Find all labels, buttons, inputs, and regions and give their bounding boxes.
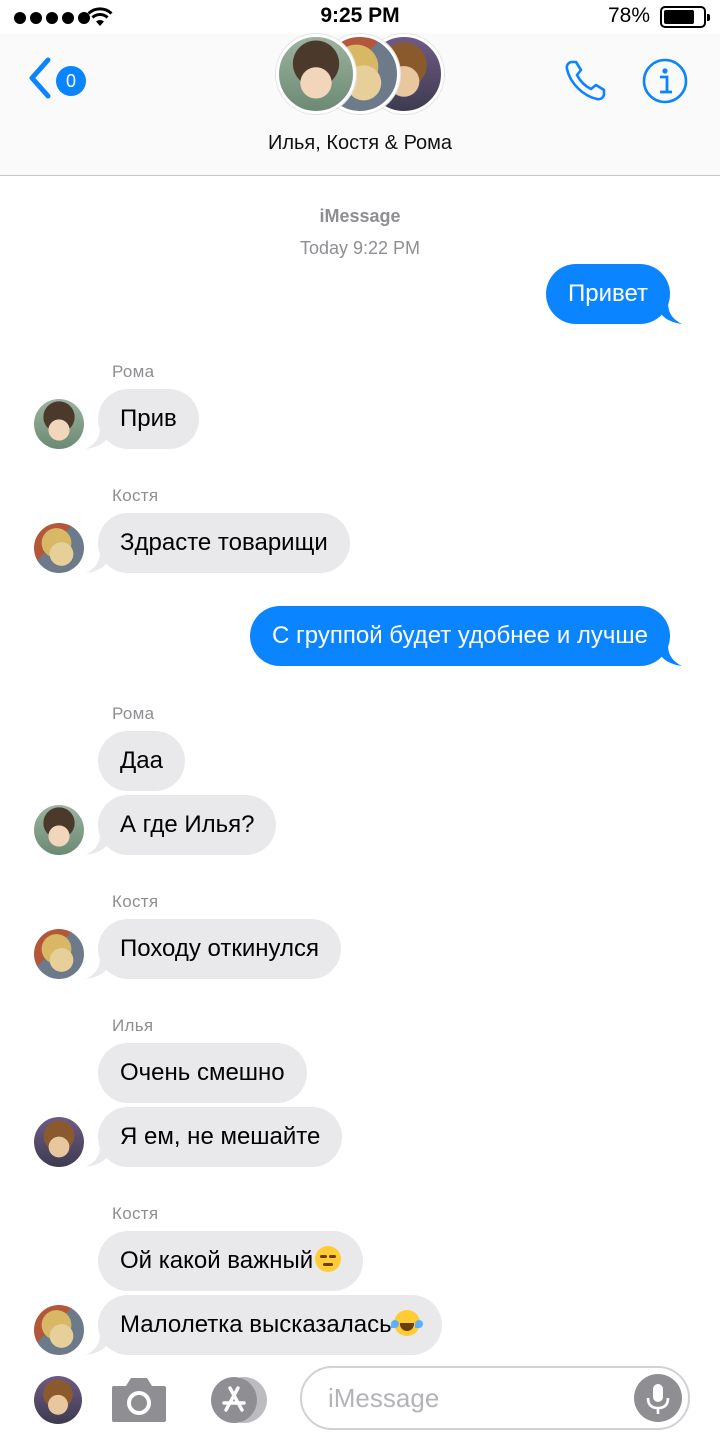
- incoming-message[interactable]: Здрасте товарищи: [98, 513, 350, 573]
- avatar[interactable]: [34, 805, 84, 855]
- microphone-button[interactable]: [634, 1374, 682, 1422]
- sender-name: Рома: [112, 362, 155, 381]
- sender-name: Костя: [112, 486, 159, 505]
- sender-name: Рома: [112, 704, 155, 723]
- laughing-tears-emoji: [390, 1310, 423, 1336]
- incoming-message[interactable]: А где Илья?: [98, 795, 277, 855]
- back-button[interactable]: 0: [26, 54, 96, 102]
- avatar[interactable]: [34, 929, 84, 979]
- bubble-tail: [86, 551, 112, 573]
- incoming-message[interactable]: Очень смешно: [98, 1043, 307, 1103]
- incoming-message[interactable]: Ой какой важный: [98, 1231, 364, 1291]
- incoming-message[interactable]: Я ем, не мешайте: [98, 1107, 343, 1167]
- bubble-tail: [86, 427, 112, 449]
- unread-count-badge: 0: [56, 66, 86, 96]
- service-label: iMessage: [319, 206, 401, 226]
- incoming-message[interactable]: Даа: [98, 731, 185, 791]
- avatar[interactable]: [34, 1376, 82, 1424]
- message-input-field[interactable]: [300, 1366, 690, 1430]
- avatar[interactable]: [34, 399, 84, 449]
- app-store-icon[interactable]: [204, 1376, 270, 1424]
- avatar: [276, 34, 356, 114]
- phone-icon[interactable]: [562, 56, 610, 104]
- bubble-tail: [86, 1145, 112, 1167]
- compose-bar: [0, 1356, 720, 1440]
- status-bar: 9:25 PM 78%: [0, 0, 720, 34]
- group-avatars[interactable]: [272, 34, 448, 120]
- battery-percent: 78%: [607, 4, 650, 27]
- bubble-tail: [86, 1333, 112, 1355]
- sender-name: Костя: [112, 1204, 159, 1223]
- bubble-tail: [86, 833, 112, 855]
- conversation-title[interactable]: Илья, Костя & Рома: [0, 132, 720, 155]
- bubble-tail: [656, 302, 682, 324]
- message-input[interactable]: [328, 1378, 618, 1418]
- bubble-tail: [86, 957, 112, 979]
- message-text: Ой какой важный: [120, 1247, 314, 1274]
- bubble-tail: [656, 644, 682, 666]
- message-list[interactable]: iMessage Today 9:22 PM Привет Рома Прив …: [0, 176, 720, 1356]
- conversation-timestamp: Today 9:22 PM: [299, 238, 421, 258]
- smirk-emoji: [315, 1246, 342, 1272]
- info-icon[interactable]: [642, 58, 688, 104]
- message-text: Малолетка высказалась: [120, 1311, 392, 1338]
- battery-icon: [660, 6, 710, 28]
- avatar[interactable]: [34, 1305, 84, 1355]
- camera-icon[interactable]: [110, 1374, 168, 1424]
- incoming-message[interactable]: Походу откинулся: [98, 919, 341, 979]
- avatar[interactable]: [34, 523, 84, 573]
- outgoing-message[interactable]: Привет: [545, 264, 670, 324]
- sender-name: Костя: [112, 892, 159, 911]
- sender-name: Илья: [112, 1016, 154, 1035]
- conversation-header: 0 Илья, Костя & Рома: [0, 34, 720, 176]
- incoming-message[interactable]: Прив: [98, 389, 199, 449]
- avatar[interactable]: [34, 1117, 84, 1167]
- chevron-left-icon: [29, 57, 51, 99]
- microphone-icon: [646, 1384, 670, 1414]
- incoming-message[interactable]: Малолетка высказалась: [98, 1295, 442, 1355]
- outgoing-message[interactable]: С группой будет удобнее и лучше: [250, 606, 670, 666]
